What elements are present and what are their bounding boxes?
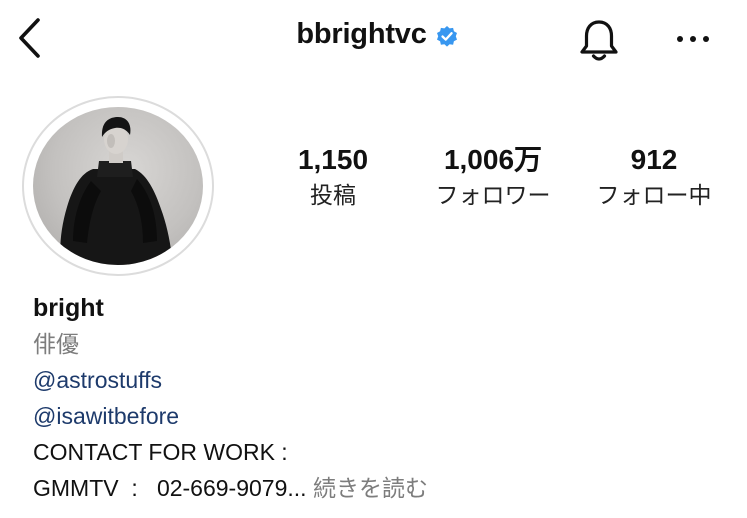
followers-count: 1,006万 <box>443 144 543 175</box>
posts-label: 投稿 <box>310 182 356 208</box>
more-horizontal-icon <box>677 36 709 42</box>
following-count: 912 <box>630 144 678 175</box>
bio-contact-text: GMMTV : 02-669-9079... <box>33 475 307 501</box>
posts-count: 1,150 <box>297 144 369 175</box>
more-options-button[interactable] <box>670 24 716 54</box>
header-title: bbrightvc <box>0 18 747 51</box>
username-title: bbrightvc <box>296 18 427 50</box>
bio-line: GMMTV : 02-669-9079... 続きを読む <box>33 470 428 506</box>
bio-section: bright 俳優 @astrostuffs @isawitbefore CON… <box>33 290 428 506</box>
avatar[interactable] <box>33 107 203 265</box>
notifications-button[interactable] <box>574 16 624 64</box>
followers-stat[interactable]: 1,006万 フォロワー <box>423 142 563 212</box>
bio-line: CONTACT FOR WORK : <box>33 439 288 465</box>
bio-mention-isawitbefore[interactable]: @isawitbefore <box>33 398 428 434</box>
posts-stat[interactable]: 1,150 投稿 <box>288 142 378 212</box>
bell-icon <box>580 20 618 61</box>
display-name: bright <box>33 294 104 322</box>
following-stat[interactable]: 912 フォロー中 <box>584 142 724 212</box>
following-label: フォロー中 <box>596 182 712 208</box>
read-more-link[interactable]: 続きを読む <box>313 475 428 501</box>
verified-badge-icon <box>436 25 457 47</box>
profile-photo <box>60 117 173 265</box>
bio-mention-astrostuffs[interactable]: @astrostuffs <box>33 362 428 398</box>
profile-page: bbrightvc 1,150 投稿 1,006万 フォロワー 912 フォロー… <box>0 0 747 518</box>
followers-label: フォロワー <box>435 182 551 208</box>
profile-category: 俳優 <box>33 331 79 357</box>
